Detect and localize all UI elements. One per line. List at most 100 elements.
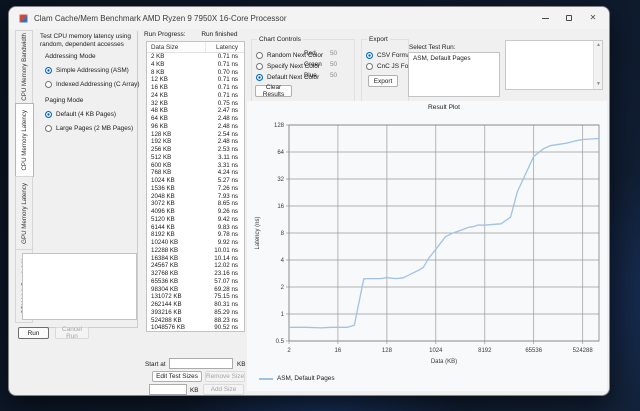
cell-latency: 2.48 ns — [200, 138, 244, 146]
table-row[interactable]: 2 KB0.71 ns — [147, 53, 244, 61]
table-row[interactable]: 16 KB0.71 ns — [147, 84, 244, 92]
edit-test-sizes-button[interactable]: Edit Test Sizes — [152, 371, 202, 382]
cell-latency: 2.48 ns — [200, 123, 244, 131]
rgb-label: Blue — [304, 72, 330, 79]
svg-text:1: 1 — [281, 312, 285, 318]
table-row[interactable]: 1536 KB7.26 ns — [147, 185, 244, 193]
cell-data-size: 768 KB — [147, 169, 200, 177]
table-row[interactable]: 131072 KB75.15 ns — [147, 293, 244, 301]
cell-latency: 2.54 ns — [200, 131, 244, 139]
list-item[interactable]: ASM, Default Pages — [409, 53, 499, 62]
column-header-data-size[interactable]: Data Size — [147, 42, 206, 52]
radio-icon — [45, 81, 52, 88]
table-row[interactable]: 262144 KB80.31 ns — [147, 301, 244, 309]
table-row[interactable]: 65536 KB57.07 ns — [147, 278, 244, 286]
table-row[interactable]: 4 KB0.71 ns — [147, 61, 244, 69]
table-row[interactable]: 1024 KB5.27 ns — [147, 177, 244, 185]
export-button[interactable]: Export — [368, 75, 398, 87]
radio-default-4-kb-pages[interactable]: Default (4 KB Pages) — [45, 107, 133, 121]
tab-gpu-memory-latency[interactable]: GPU Memory Latency — [15, 176, 33, 250]
table-row[interactable]: 48 KB2.47 ns — [147, 107, 244, 115]
cell-data-size: 4 KB — [147, 61, 200, 69]
scroll-down-icon[interactable]: ▼ — [594, 80, 603, 89]
export-group: Export CSV FormatCnC JS Format Export — [361, 39, 409, 102]
cell-latency: 9.83 ns — [200, 224, 244, 232]
radio-large-pages-2-mb-pages[interactable]: Large Pages (2 MB Pages) — [45, 121, 133, 135]
table-row[interactable]: 192 KB2.48 ns — [147, 138, 244, 146]
table-row[interactable]: 600 KB3.31 ns — [147, 162, 244, 170]
table-row[interactable]: 24 KB0.71 ns — [147, 92, 244, 100]
rgb-label: Red — [304, 50, 330, 57]
cell-data-size: 96 KB — [147, 123, 200, 131]
paging-mode-group: Paging ModeDefault (4 KB Pages)Large Pag… — [45, 97, 133, 135]
table-row[interactable]: 524288 KB88.23 ns — [147, 317, 244, 325]
radio-indexed-addressing-c-array[interactable]: Indexed Addressing (C Array) — [45, 77, 139, 91]
radio-label: Indexed Addressing (C Array) — [56, 81, 139, 88]
table-row[interactable]: 8192 KB9.78 ns — [147, 231, 244, 239]
cell-data-size: 12 KB — [147, 76, 200, 84]
radio-icon — [366, 52, 373, 59]
add-size-button[interactable]: Add Size — [203, 384, 244, 395]
table-row[interactable]: 5120 KB9.42 ns — [147, 216, 244, 224]
output-box[interactable]: ▲ ▼ — [505, 40, 603, 90]
table-row[interactable]: 32 KB0.75 ns — [147, 100, 244, 108]
cell-data-size: 12288 KB — [147, 247, 200, 255]
cell-data-size: 2048 KB — [147, 193, 200, 201]
cell-latency: 0.71 ns — [200, 61, 244, 69]
table-row[interactable]: 3072 KB8.65 ns — [147, 200, 244, 208]
tab-cpu-memory-bandwidth[interactable]: CPU Memory Bandwidth — [15, 30, 33, 104]
select-test-run-listbox[interactable]: ASM, Default Pages — [408, 52, 500, 97]
output-scrollbar[interactable]: ▲ ▼ — [593, 41, 602, 89]
cell-latency: 7.26 ns — [200, 185, 244, 193]
close-button[interactable]: ✕ — [581, 7, 605, 29]
results-table-header[interactable]: Data Size Latency — [147, 42, 244, 53]
radio-simple-addressing-asm[interactable]: Simple Addressing (ASM) — [45, 63, 139, 77]
cell-latency: 85.29 ns — [200, 309, 244, 317]
table-row[interactable]: 2048 KB7.93 ns — [147, 193, 244, 201]
run-button[interactable]: Run — [18, 327, 49, 339]
radio-icon — [45, 125, 52, 132]
tab-cpu-memory-latency[interactable]: CPU Memory Latency — [15, 103, 34, 177]
table-row[interactable]: 24567 KB12.02 ns — [147, 262, 244, 270]
remove-size-button[interactable]: Remove Size — [205, 371, 245, 382]
scroll-up-icon[interactable]: ▲ — [594, 41, 603, 50]
table-row[interactable]: 256 KB2.53 ns — [147, 146, 244, 154]
table-row[interactable]: 6144 KB9.83 ns — [147, 224, 244, 232]
cell-latency: 80.31 ns — [200, 301, 244, 309]
svg-text:16: 16 — [277, 204, 284, 210]
cancel-run-button[interactable]: Cancel Run — [55, 327, 89, 339]
table-row[interactable]: 8 KB0.70 ns — [147, 69, 244, 77]
clear-results-button[interactable]: Clear Results — [255, 85, 292, 97]
table-row[interactable]: 98304 KB69.28 ns — [147, 286, 244, 294]
table-row[interactable]: 768 KB4.24 ns — [147, 169, 244, 177]
cell-data-size: 1536 KB — [147, 185, 200, 193]
cell-data-size: 262144 KB — [147, 301, 200, 309]
minimize-button[interactable] — [533, 7, 557, 29]
cell-data-size: 128 KB — [147, 131, 200, 139]
table-row[interactable]: 393216 KB85.29 ns — [147, 309, 244, 317]
table-row[interactable]: 32768 KB23.16 ns — [147, 270, 244, 278]
table-row[interactable]: 1048576 KB90.52 ns — [147, 324, 244, 332]
rgb-value: 50 — [330, 61, 337, 68]
table-row[interactable]: 12288 KB10.01 ns — [147, 247, 244, 255]
table-row[interactable]: 512 KB3.11 ns — [147, 154, 244, 162]
results-table[interactable]: Data Size Latency 2 KB0.71 ns4 KB0.71 ns… — [146, 41, 245, 332]
svg-text:65536: 65536 — [525, 348, 542, 354]
cell-latency: 0.71 ns — [200, 84, 244, 92]
table-row[interactable]: 96 KB2.48 ns — [147, 123, 244, 131]
start-at-input[interactable] — [169, 358, 233, 369]
table-row[interactable]: 128 KB2.54 ns — [147, 131, 244, 139]
table-row[interactable]: 10240 KB9.92 ns — [147, 239, 244, 247]
table-row[interactable]: 64 KB2.48 ns — [147, 115, 244, 123]
add-size-input[interactable] — [149, 384, 187, 395]
cell-data-size: 24 KB — [147, 92, 200, 100]
table-row[interactable]: 16384 KB10.14 ns — [147, 255, 244, 263]
status-listbox[interactable] — [22, 253, 137, 320]
maximize-button[interactable] — [557, 7, 581, 29]
table-row[interactable]: 12 KB0.71 ns — [147, 76, 244, 84]
svg-text:16: 16 — [335, 348, 342, 354]
table-row[interactable]: 4096 KB9.26 ns — [147, 208, 244, 216]
app-icon — [19, 14, 28, 23]
titlebar[interactable]: Clam Cache/Mem Benchmark AMD Ryzen 9 795… — [9, 7, 609, 29]
column-header-latency[interactable]: Latency — [206, 44, 244, 51]
